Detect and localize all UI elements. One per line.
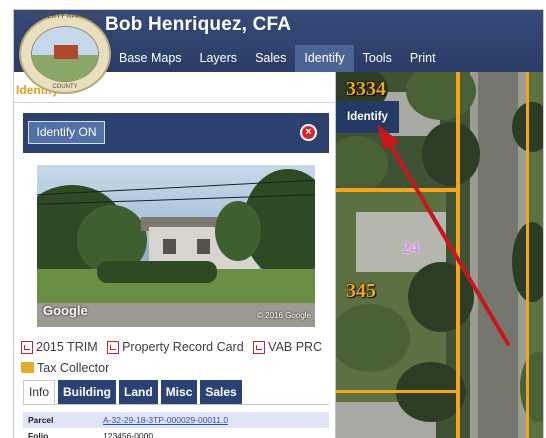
tab-info[interactable]: Info xyxy=(23,380,56,404)
nav-sales[interactable]: Sales xyxy=(246,45,295,72)
parcel-info-table: Parcel A-32-29-18-3TP-000029-00011.0 Fol… xyxy=(23,412,329,438)
photo-credit: © 2016 Google xyxy=(257,311,311,320)
tab-land[interactable]: Land xyxy=(119,380,158,404)
nav-base-maps[interactable]: Base Maps xyxy=(110,45,191,72)
street-view-photo[interactable]: Google © 2016 Google xyxy=(37,165,315,327)
seal-house xyxy=(54,45,78,59)
photo-tree xyxy=(215,201,261,261)
document-links: 2015 TRIM Property Record Card VAB PRC T… xyxy=(21,338,333,378)
seal-emblem xyxy=(31,26,99,82)
sidewalk xyxy=(470,72,478,438)
photo-window xyxy=(197,239,210,254)
app-window: 3334 24 345 Identify Identify Identify O… xyxy=(13,9,544,438)
parcel-boundary xyxy=(336,188,460,192)
parcel-boundary xyxy=(336,390,460,393)
link-label: VAB PRC xyxy=(268,340,323,354)
seal-ring-text: COUNTY xyxy=(52,84,78,90)
nav-layers[interactable]: Layers xyxy=(191,45,247,72)
map-view[interactable]: 3334 24 345 Identify xyxy=(336,72,543,438)
row-key: Parcel xyxy=(23,412,98,428)
tab-misc[interactable]: Misc xyxy=(160,380,198,404)
google-logo: Google xyxy=(43,303,88,318)
page-title: Bob Henriquez, CFA xyxy=(105,14,292,35)
identify-toggle-button[interactable]: Identify ON xyxy=(28,121,105,144)
link-label: Property Record Card xyxy=(122,340,244,354)
detail-tabs: Info Building Land Misc Sales xyxy=(23,380,242,404)
trim-link[interactable]: 2015 TRIM xyxy=(21,338,98,356)
tree xyxy=(336,136,388,192)
tab-sales[interactable]: Sales xyxy=(200,380,242,404)
parcel-label: 345 xyxy=(346,280,376,302)
tree xyxy=(422,122,480,186)
pdf-icon xyxy=(21,340,33,354)
seal-ring-text: PROPERTY APPRAISER xyxy=(28,14,106,20)
table-row: Parcel A-32-29-18-3TP-000029-00011.0 xyxy=(23,412,329,428)
tab-building[interactable]: Building xyxy=(58,380,117,404)
divider xyxy=(14,102,336,103)
identify-toolbar: Identify ON × xyxy=(23,113,329,153)
parcel-label: 3334 xyxy=(346,78,386,100)
seal-land xyxy=(32,55,98,81)
nav-print[interactable]: Print xyxy=(401,45,445,72)
vab-prc-link[interactable]: VAB PRC xyxy=(253,338,322,356)
table-row: Folio 123456-0000 xyxy=(23,428,329,438)
photo-window xyxy=(163,239,176,254)
parcel-number: 24 xyxy=(402,238,419,257)
identify-tooltip: Identify xyxy=(336,101,399,133)
photo-hedge xyxy=(97,261,217,283)
tree xyxy=(408,262,474,332)
parcel-id-link[interactable]: A-32-29-18-3TP-000029-00011.0 xyxy=(98,412,329,428)
identify-panel: Identify Identify ON × Google © 2016 Goo… xyxy=(14,72,336,438)
row-key: Folio xyxy=(28,431,49,438)
main-nav: Base Maps Layers Sales Identify Tools Pr… xyxy=(110,45,445,72)
parcel-boundary xyxy=(456,72,460,438)
pdf-icon xyxy=(107,340,120,354)
nav-identify[interactable]: Identify xyxy=(295,45,354,72)
link-label: 2015 TRIM xyxy=(36,340,98,354)
tax-collector-link[interactable]: Tax Collector xyxy=(21,359,109,377)
link-label: Tax Collector xyxy=(37,360,110,375)
county-seal-logo[interactable]: PROPERTY APPRAISER COUNTY xyxy=(19,14,111,94)
tab-underline xyxy=(23,404,329,405)
folder-icon xyxy=(21,362,34,373)
nav-tools[interactable]: Tools xyxy=(354,45,401,72)
parcel-boundary xyxy=(526,72,529,438)
row-value: 123456-0000 xyxy=(103,431,154,438)
close-icon[interactable]: × xyxy=(300,124,317,141)
property-record-card-link[interactable]: Property Record Card xyxy=(107,338,244,356)
pdf-icon xyxy=(253,340,266,354)
